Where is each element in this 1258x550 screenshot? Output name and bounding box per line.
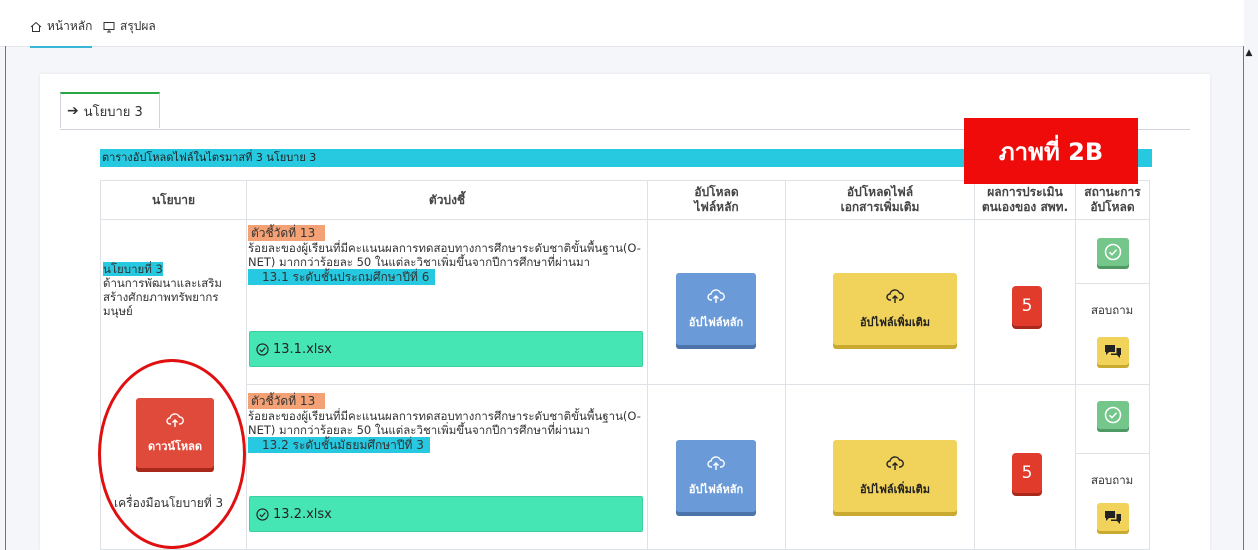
main-upload-cell-row1: อัปไฟล์หลัก bbox=[647, 219, 786, 385]
header-indicator-label: ตัวบ่งชี้ bbox=[428, 192, 466, 207]
upload-main-file-button[interactable]: อัปไฟล์หลัก bbox=[676, 273, 756, 345]
upload-status-ok-button[interactable] bbox=[1097, 401, 1129, 429]
policy-cell-text: นโยบายที่ 3 ด้านการพัฒนาและเสริมสร้างศัก… bbox=[103, 262, 245, 318]
header-policy: นโยบาย bbox=[100, 180, 247, 220]
check-circle-icon bbox=[1104, 243, 1122, 261]
comments-icon bbox=[1105, 511, 1121, 524]
nav-tab-home[interactable]: หน้าหลัก bbox=[30, 17, 93, 48]
indicator-text-row1: ตัวชี้วัดที่ 13 ร้อยละของผู้เรียนที่มีคะ… bbox=[248, 225, 646, 285]
self-eval-cell-row1: 5 bbox=[974, 219, 1076, 385]
header-main-upload-line1: อัปโหลด bbox=[694, 185, 739, 199]
header-self-eval-line2: ตนเองของ สพท. bbox=[981, 200, 1069, 214]
kpi-tag: ตัวชี้วัดที่ 13 bbox=[248, 225, 326, 241]
header-self-eval-line1: ผลการประเมิน bbox=[987, 185, 1063, 199]
header-extra-upload-line2: เอกสารเพิ่มเติม bbox=[840, 200, 920, 214]
tab-policy-3[interactable]: ➔ นโยบาย 3 bbox=[60, 92, 160, 128]
upload-status-ok-button[interactable] bbox=[1097, 238, 1129, 266]
cloud-upload-icon bbox=[707, 288, 725, 303]
level-tag: 13.1 ระดับชั้นประถมศึกษาปีที่ 6 bbox=[248, 269, 436, 285]
top-navbar: หน้าหลัก สรุปผล bbox=[0, 0, 1244, 48]
ask-question-button[interactable] bbox=[1097, 503, 1129, 531]
indicator-cell-row1: ตัวชี้วัดที่ 13 ร้อยละของผู้เรียนที่มีคะ… bbox=[246, 219, 648, 385]
annotation-circle bbox=[98, 359, 246, 549]
ask-cell-row1: สอบถาม bbox=[1075, 283, 1150, 385]
check-circle-icon bbox=[256, 342, 269, 356]
self-eval-score-badge[interactable]: 5 bbox=[1012, 286, 1042, 326]
header-extra-upload: อัปโหลดไฟล์ เอกสารเพิ่มเติม bbox=[785, 180, 975, 220]
scroll-up-arrow-icon[interactable]: ▲ bbox=[1242, 46, 1256, 60]
upload-extra-file-button[interactable]: อัปไฟล์เพิ่มเติม bbox=[833, 273, 957, 345]
extra-upload-cell-row2: อัปไฟล์เพิ่มเติม bbox=[785, 384, 975, 550]
status-cell-row2 bbox=[1075, 384, 1150, 454]
kpi-tag: ตัวชี้วัดที่ 13 bbox=[248, 393, 326, 409]
header-status-line1: สถานะการ bbox=[1084, 185, 1141, 199]
upload-extra-file-button[interactable]: อัปไฟล์เพิ่มเติม bbox=[833, 440, 957, 512]
cloud-upload-icon bbox=[707, 455, 725, 470]
ask-label: สอบถาม bbox=[1091, 473, 1134, 487]
upload-main-file-button[interactable]: อัปไฟล์หลัก bbox=[676, 440, 756, 512]
monitor-icon bbox=[103, 21, 115, 32]
header-status-line2: อัปโหลด bbox=[1090, 200, 1135, 214]
tab-policy-3-label: นโยบาย 3 bbox=[83, 104, 143, 120]
upload-extra-file-label: อัปไฟล์เพิ่มเติม bbox=[859, 482, 931, 496]
policy-title: นโยบายที่ 3 bbox=[103, 262, 163, 276]
cloud-upload-icon bbox=[886, 455, 904, 470]
header-main-upload: อัปโหลด ไฟล์หลัก bbox=[647, 180, 786, 220]
nav-tab-summary-label: สรุปผล bbox=[120, 19, 156, 33]
cloud-upload-icon bbox=[886, 288, 904, 303]
kpi-description: ร้อยละของผู้เรียนที่มีคะแนนผลการทดสอบทาง… bbox=[248, 409, 641, 437]
header-main-upload-line2: ไฟล์หลัก bbox=[694, 200, 739, 214]
ask-label: สอบถาม bbox=[1091, 303, 1134, 317]
ask-question-button[interactable] bbox=[1097, 337, 1129, 365]
ask-cell-row2: สอบถาม bbox=[1075, 453, 1150, 550]
header-policy-label: นโยบาย bbox=[151, 192, 196, 207]
self-eval-cell-row2: 5 bbox=[974, 384, 1076, 550]
nav-tab-summary[interactable]: สรุปผล bbox=[103, 17, 156, 36]
check-circle-icon bbox=[256, 507, 269, 521]
header-self-eval: ผลการประเมิน ตนเองของ สพท. bbox=[974, 180, 1076, 220]
status-cell-row1 bbox=[1075, 219, 1150, 284]
file-name: 13.1.xlsx bbox=[273, 341, 332, 357]
policy-description: ด้านการพัฒนาและเสริมสร้างศักยภาพทรัพยากร… bbox=[103, 276, 223, 318]
arrow-right-icon: ➔ bbox=[67, 103, 79, 119]
upload-main-file-label: อัปไฟล์หลัก bbox=[688, 482, 744, 496]
nav-tab-home-label: หน้าหลัก bbox=[47, 19, 93, 33]
indicator-text-row2: ตัวชี้วัดที่ 13 ร้อยละของผู้เรียนที่มีคะ… bbox=[248, 393, 646, 453]
home-icon bbox=[30, 21, 42, 32]
kpi-description: ร้อยละของผู้เรียนที่มีคะแนนผลการทดสอบทาง… bbox=[248, 241, 641, 269]
comments-icon bbox=[1105, 345, 1121, 358]
header-status: สถานะการ อัปโหลด bbox=[1075, 180, 1150, 220]
level-tag: 13.2 ระดับชั้นมัธยมศึกษาปีที่ 3 bbox=[248, 437, 430, 453]
extra-upload-cell-row1: อัปไฟล์เพิ่มเติม bbox=[785, 219, 975, 385]
self-eval-score-badge[interactable]: 5 bbox=[1012, 453, 1042, 493]
main-upload-cell-row2: อัปไฟล์หลัก bbox=[647, 384, 786, 550]
picture-label: ภาพที่ 2B bbox=[964, 118, 1138, 184]
header-indicator: ตัวบ่งชี้ bbox=[246, 180, 648, 220]
upload-extra-file-label: อัปไฟล์เพิ่มเติม bbox=[859, 315, 931, 329]
file-link-row2[interactable]: 13.2.xlsx bbox=[249, 496, 643, 532]
header-extra-upload-line1: อัปโหลดไฟล์ bbox=[846, 185, 914, 199]
file-link-row1[interactable]: 13.1.xlsx bbox=[249, 331, 643, 367]
indicator-cell-row2: ตัวชี้วัดที่ 13 ร้อยละของผู้เรียนที่มีคะ… bbox=[246, 384, 648, 550]
check-circle-icon bbox=[1104, 406, 1122, 424]
upload-main-file-label: อัปไฟล์หลัก bbox=[688, 315, 744, 329]
file-name: 13.2.xlsx bbox=[273, 506, 332, 522]
